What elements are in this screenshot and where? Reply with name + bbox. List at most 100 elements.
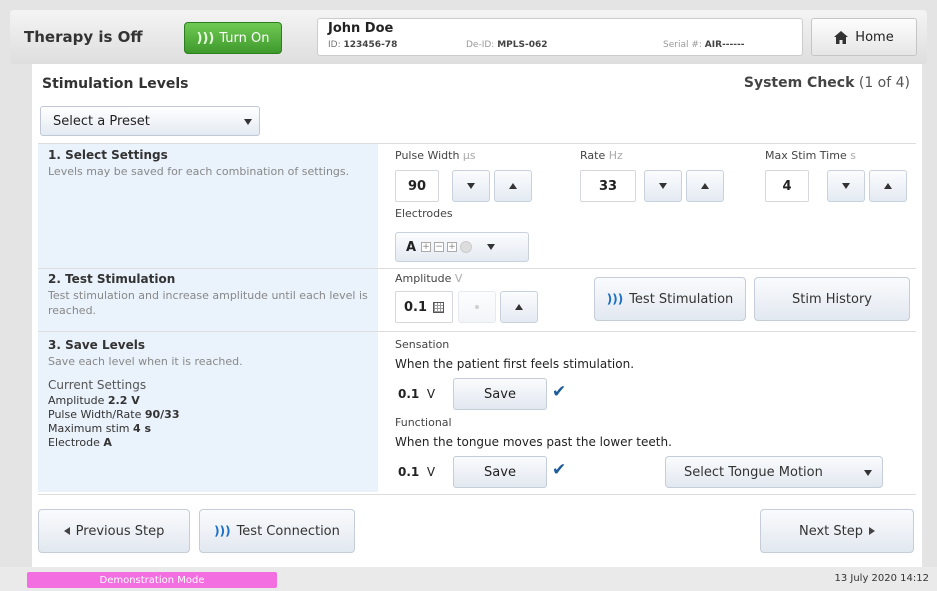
amplitude-up-button[interactable] — [500, 291, 538, 323]
rate-down-button[interactable] — [644, 170, 682, 202]
save-functional-button[interactable]: Save — [453, 456, 547, 488]
turn-on-label: Turn On — [219, 30, 270, 46]
serial-value: AIR------ — [704, 40, 745, 50]
section-save-levels: 3. Save Levels Save each level when it i… — [38, 332, 378, 492]
pulse-width-up-button[interactable] — [494, 170, 532, 202]
max-stim-up-button[interactable] — [869, 170, 907, 202]
current-settings-title: Current Settings — [48, 378, 147, 392]
max-stim-down-button[interactable] — [827, 170, 865, 202]
test-stimulation-button[interactable]: ))) Test Stimulation — [594, 277, 746, 321]
amplitude-text: Amplitude — [395, 272, 452, 285]
save-sensation-button[interactable]: Save — [453, 378, 547, 410]
pulse-width-value: 90 — [395, 170, 439, 202]
right-arrow-icon — [869, 527, 876, 535]
pulse-width-label: Pulse Width µs — [395, 149, 476, 162]
device-serial: Serial #: AIR------ — [663, 40, 744, 50]
stim-icon: ))) — [214, 524, 231, 538]
up-icon — [515, 304, 523, 310]
turn-on-button[interactable]: ))) Turn On — [184, 22, 282, 54]
main-panel: Stimulation Levels System Check (1 of 4)… — [32, 64, 922, 567]
therapy-status: Therapy is Off — [24, 28, 143, 46]
amplitude-down-button[interactable] — [458, 291, 496, 323]
datetime: 13 July 2020 14:12 — [834, 573, 929, 584]
section2-desc: Test stimulation and increase amplitude … — [48, 289, 368, 317]
electrode-off-icon — [460, 241, 473, 253]
max-stim-text: Max Stim Time — [765, 149, 847, 162]
deid-label: De-ID: — [466, 40, 495, 50]
functional-value-display: 0.1 V — [398, 465, 435, 479]
stim-icon: ))) — [196, 30, 215, 46]
serial-label: Serial #: — [663, 40, 702, 50]
demo-mode-badge: Demonstration Mode — [27, 572, 277, 588]
section1-desc: Levels may be saved for each combination… — [48, 165, 350, 178]
current-electrode-value: A — [103, 436, 112, 449]
rate-up-button[interactable] — [686, 170, 724, 202]
home-button[interactable]: Home — [811, 18, 917, 56]
id-label: ID: — [328, 40, 341, 50]
rate-text: Rate — [580, 149, 606, 162]
current-max-label: Maximum stim — [48, 422, 130, 435]
previous-step-label: Previous Step — [75, 523, 165, 539]
preset-select[interactable]: Select a Preset — [40, 106, 260, 136]
amplitude-value-box[interactable]: 0.1 — [395, 291, 453, 323]
divider — [38, 494, 916, 495]
header-bar: Therapy is Off ))) Turn On John Doe ID: … — [10, 10, 927, 64]
step-indicator: System Check (1 of 4) — [744, 75, 910, 91]
electrode-plus-icon: + — [421, 242, 432, 252]
tongue-motion-label: Select Tongue Motion — [684, 464, 823, 480]
save-label: Save — [484, 464, 516, 480]
functional-desc: When the tongue moves past the lower tee… — [395, 435, 672, 449]
electrode-plus-icon: + — [447, 242, 458, 252]
electrode-value: A — [406, 239, 417, 255]
section3-title: 3. Save Levels — [48, 338, 145, 352]
current-amp-label: Amplitude — [48, 394, 105, 407]
stim-icon: ))) — [606, 292, 624, 306]
max-stim-label: Max Stim Time s — [765, 149, 856, 162]
amplitude-value: 0.1 — [404, 299, 428, 315]
sensation-value-display: 0.1 V — [398, 387, 435, 401]
amplitude-label: Amplitude V — [395, 272, 462, 285]
sensation-unit: V — [426, 387, 436, 401]
home-label: Home — [855, 29, 894, 45]
electrode-select[interactable]: A + − + — [395, 232, 529, 262]
sensation-label: Sensation — [395, 338, 450, 351]
pulse-width-down-button[interactable] — [452, 170, 490, 202]
pulse-width-unit: µs — [462, 149, 476, 162]
current-pwr-label: Pulse Width/Rate — [48, 408, 142, 421]
section-test-stimulation: 2. Test Stimulation Test stimulation and… — [38, 269, 378, 331]
patient-info: John Doe ID: 123456-78 De-ID: MPLS-062 S… — [317, 18, 803, 56]
disabled-dot-icon — [475, 305, 479, 309]
section1-title: 1. Select Settings — [48, 148, 168, 162]
section3-desc: Save each level when it is reached. — [48, 355, 243, 368]
home-icon — [834, 30, 849, 44]
down-icon — [659, 183, 667, 189]
down-icon — [467, 183, 475, 189]
current-pwr-value: 90/33 — [144, 408, 180, 421]
down-icon — [842, 183, 850, 189]
max-stim-value: 4 — [765, 170, 809, 202]
test-connection-label: Test Connection — [236, 523, 340, 539]
current-max-stim: Maximum stim 4 s — [48, 422, 151, 435]
amplitude-unit: V — [454, 272, 463, 285]
test-connection-button[interactable]: ))) Test Connection — [199, 509, 355, 553]
rate-label: Rate Hz — [580, 149, 623, 162]
sensation-desc: When the patient first feels stimulation… — [395, 357, 635, 371]
stim-history-button[interactable]: Stim History — [754, 277, 910, 321]
section-select-settings: 1. Select Settings Levels may be saved f… — [38, 144, 378, 268]
page-title: Stimulation Levels — [42, 76, 189, 92]
next-step-button[interactable]: Next Step — [760, 509, 914, 553]
sensation-value: 0.1 — [398, 387, 420, 401]
current-amp-value: 2.2 V — [107, 394, 140, 407]
rate-unit: Hz — [608, 149, 623, 162]
up-icon — [509, 183, 517, 189]
test-stimulation-label: Test Stimulation — [629, 291, 734, 307]
electrode-minus-icon: − — [434, 242, 445, 252]
previous-step-button[interactable]: Previous Step — [38, 509, 190, 553]
functional-unit: V — [426, 465, 436, 479]
left-arrow-icon — [63, 527, 70, 535]
tongue-motion-select[interactable]: Select Tongue Motion — [665, 456, 883, 488]
pulse-width-text: Pulse Width — [395, 149, 460, 162]
patient-name: John Doe — [328, 21, 394, 36]
preset-label: Select a Preset — [53, 113, 150, 129]
patient-id: ID: 123456-78 — [328, 40, 397, 50]
